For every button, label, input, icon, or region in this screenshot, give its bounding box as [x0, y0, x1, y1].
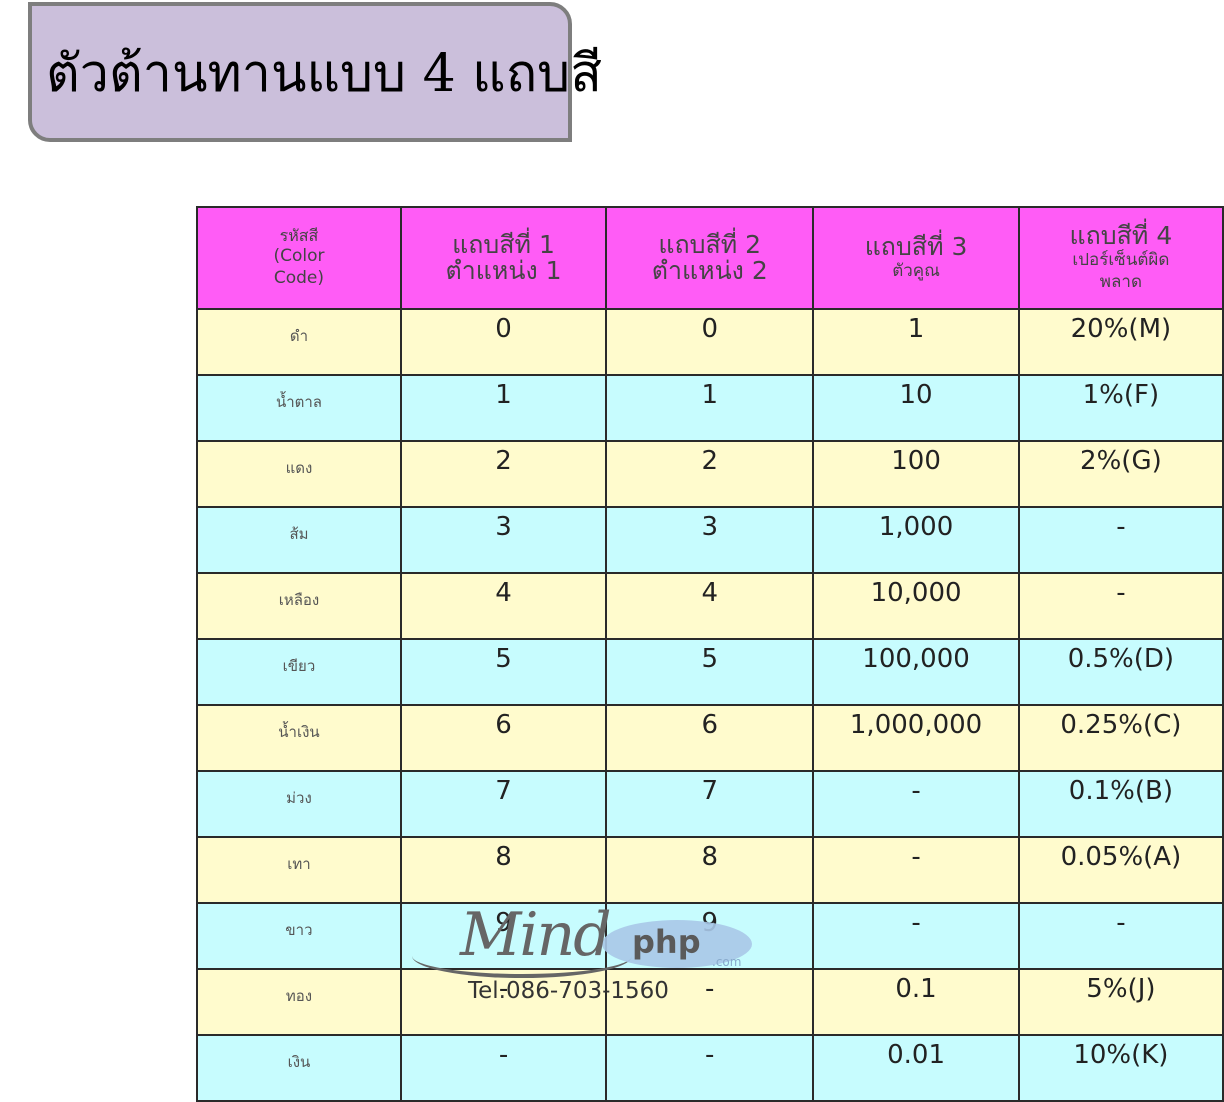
table-cell: 4	[399, 572, 608, 640]
table-row: ดำ 0 0 1 20%(M)	[196, 308, 1224, 376]
table-cell: 10,000	[812, 572, 1020, 640]
table-cell: 1%(F)	[1017, 374, 1224, 442]
table-cell: 1,000	[812, 506, 1020, 574]
table-row: เขียว 5 5 100,000 0.5%(D)	[196, 638, 1224, 706]
table-cell: 7	[399, 770, 608, 838]
table-cell: 5	[605, 638, 815, 706]
table-cell: 10	[812, 374, 1020, 442]
table-cell: 5%(J)	[1017, 968, 1224, 1036]
table-cell: 4	[605, 572, 815, 640]
color-name-cell: น้ำตาล	[196, 374, 402, 442]
table-cell: 2%(G)	[1017, 440, 1224, 508]
table-cell: 0.1	[812, 968, 1020, 1036]
table-row: น้ำเงิน 6 6 1,000,000 0.25%(C)	[196, 704, 1224, 772]
table-cell: 0.05%(A)	[1017, 836, 1224, 904]
header-band-2: แถบสีที่ 2 ตำแหน่ง 2	[605, 206, 815, 310]
logo-main-text: Mind	[460, 900, 612, 970]
color-name-cell: ดำ	[196, 308, 402, 376]
table-cell: -	[1017, 506, 1224, 574]
color-name-cell: ขาว	[196, 902, 402, 970]
table-cell: 3	[399, 506, 608, 574]
table-row: แดง 2 2 100 2%(G)	[196, 440, 1224, 508]
table-row: น้ำตาล 1 1 10 1%(F)	[196, 374, 1224, 442]
table-row: ม่วง 7 7-0.1%(B)	[196, 770, 1224, 838]
table-cell: 0	[399, 308, 608, 376]
table-cell: 1,000,000	[812, 704, 1020, 772]
table-header-row: รหัสสี (Color Code) แถบสีที่ 1 ตำแหน่ง 1…	[196, 206, 1224, 310]
header-band-3: แถบสีที่ 3 ตัวคูณ	[812, 206, 1020, 310]
table-cell: 3	[605, 506, 815, 574]
header-band-1: แถบสีที่ 1 ตำแหน่ง 1	[399, 206, 608, 310]
table-cell: 100,000	[812, 638, 1020, 706]
title-box: ตัวต้านทานแบบ 4 แถบสี	[28, 2, 602, 142]
color-name-cell: ทอง	[196, 968, 402, 1036]
table-cell: 1	[605, 374, 815, 442]
table-cell: -	[812, 836, 1020, 904]
table-cell: 1	[399, 374, 608, 442]
table-cell: 10%(K)	[1017, 1034, 1224, 1102]
table-cell: 5	[399, 638, 608, 706]
table-cell: -	[605, 1034, 815, 1102]
table-row: ส้ม 3 3 1,000-	[196, 506, 1224, 574]
color-name-cell: เทา	[196, 836, 402, 904]
table-cell: 2	[605, 440, 815, 508]
table-cell: 6	[605, 704, 815, 772]
table-cell: 0.01	[812, 1034, 1020, 1102]
table-cell: 6	[399, 704, 608, 772]
table-cell: -	[399, 1034, 608, 1102]
table-cell: 1	[812, 308, 1020, 376]
table-cell: 0	[605, 308, 815, 376]
table-row: เทา 8 8-0.05%(A)	[196, 836, 1224, 904]
color-name-cell: แดง	[196, 440, 402, 508]
table-cell: 8	[399, 836, 608, 904]
table-cell: 0.1%(B)	[1017, 770, 1224, 838]
table-cell: -	[812, 902, 1020, 970]
color-name-cell: ม่วง	[196, 770, 402, 838]
table-row: เหลือง 4 4 10,000-	[196, 572, 1224, 640]
table-cell: 0.5%(D)	[1017, 638, 1224, 706]
mindphp-watermark: Mind php .com Tel.086-703-1560	[412, 900, 762, 1006]
table-row: เงิน - -0.01 10%(K)	[196, 1034, 1224, 1102]
table-cell: 8	[605, 836, 815, 904]
table-cell: -	[1017, 572, 1224, 640]
page-title: ตัวต้านทานแบบ 4 แถบสี	[46, 43, 602, 104]
table-cell: 100	[812, 440, 1020, 508]
table-cell: 2	[399, 440, 608, 508]
table-cell: 20%(M)	[1017, 308, 1224, 376]
color-name-cell: เงิน	[196, 1034, 402, 1102]
color-name-cell: เหลือง	[196, 572, 402, 640]
header-color-code: รหัสสี (Color Code)	[196, 206, 402, 310]
color-name-cell: เขียว	[196, 638, 402, 706]
table-cell: -	[812, 770, 1020, 838]
logo-php-text: php	[632, 923, 701, 961]
color-name-cell: น้ำเงิน	[196, 704, 402, 772]
table-cell: -	[1017, 902, 1224, 970]
header-band-4: แถบสีที่ 4 เปอร์เซ็นต์ผิด พลาด	[1017, 206, 1224, 310]
table-cell: 0.25%(C)	[1017, 704, 1224, 772]
color-name-cell: ส้ม	[196, 506, 402, 574]
table-cell: 7	[605, 770, 815, 838]
logo-com-text: .com	[712, 955, 742, 969]
watermark-phone: Tel.086-703-1560	[468, 978, 669, 1004]
